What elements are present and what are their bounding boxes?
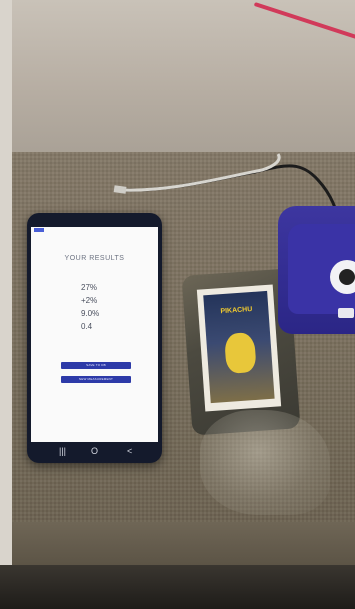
result-value: +2%: [81, 296, 98, 305]
recent-apps-icon[interactable]: |||: [59, 445, 66, 457]
result-value: 0.4: [81, 322, 93, 331]
pokemon-card: PIKACHU: [196, 284, 282, 412]
device-button: [330, 260, 355, 294]
save-to-db-button[interactable]: SAVE TO DB: [61, 362, 131, 369]
device-button-center: [339, 269, 355, 285]
phone-screen: YOUR RESULTS 27% +2% 9.0% 0.4 SAVE TO DB…: [31, 227, 158, 442]
photo-scene: YOUR RESULTS 27% +2% 9.0% 0.4 SAVE TO DB…: [0, 0, 355, 609]
back-icon[interactable]: <: [127, 445, 132, 457]
reader-device: [278, 206, 355, 334]
result-value: 9.0%: [81, 309, 100, 318]
home-icon[interactable]: O: [91, 445, 98, 457]
smartphone: YOUR RESULTS 27% +2% 9.0% 0.4 SAVE TO DB…: [27, 213, 162, 463]
status-indicator: [34, 228, 44, 232]
device-top: [288, 224, 355, 314]
results-title: YOUR RESULTS: [64, 255, 125, 262]
card-art: PIKACHU: [203, 290, 275, 404]
card-title: PIKACHU: [220, 305, 253, 316]
device-label: [338, 308, 354, 318]
android-nav-bar: ||| O <: [31, 444, 158, 460]
plastic-wrap: [200, 410, 330, 515]
new-measurement-button[interactable]: NEW MEASUREMENT: [61, 376, 131, 383]
result-value: 27%: [81, 283, 98, 292]
pikachu-figure: [223, 331, 257, 374]
